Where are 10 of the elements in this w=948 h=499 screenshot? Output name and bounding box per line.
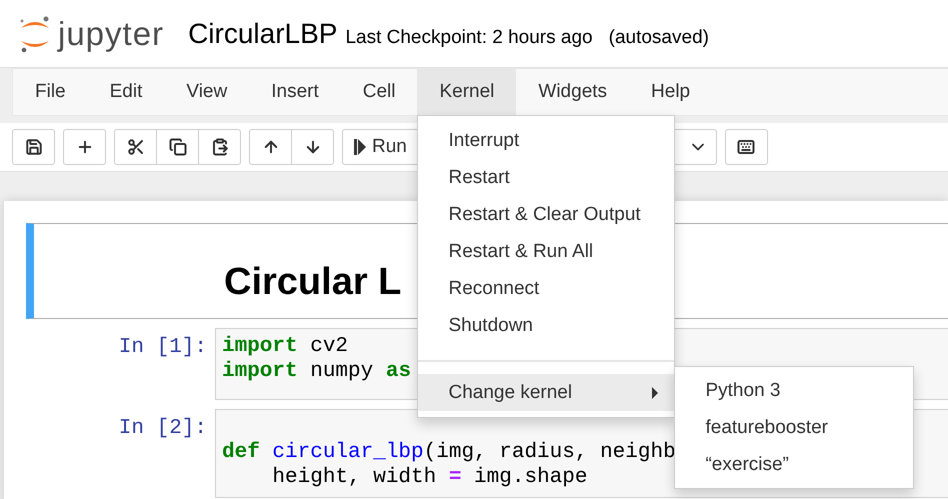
cell-prompt: In [2]:	[118, 416, 208, 442]
checkpoint-text: Last Checkpoint: 2 hours ago	[345, 26, 593, 48]
code-line: import cv2	[222, 335, 348, 358]
autosave-status: (autosaved)	[608, 26, 709, 48]
heading-text: Circular L	[224, 261, 402, 304]
code-line: height, width = img.shape	[271, 466, 588, 489]
code-line: import numpy as	[222, 360, 412, 383]
cell-prompt: In [1]:	[118, 335, 208, 361]
code-line: def circular_lbp(img, radius, neighb	[222, 441, 676, 464]
jupyter-logo-text: jupyter	[58, 14, 164, 52]
